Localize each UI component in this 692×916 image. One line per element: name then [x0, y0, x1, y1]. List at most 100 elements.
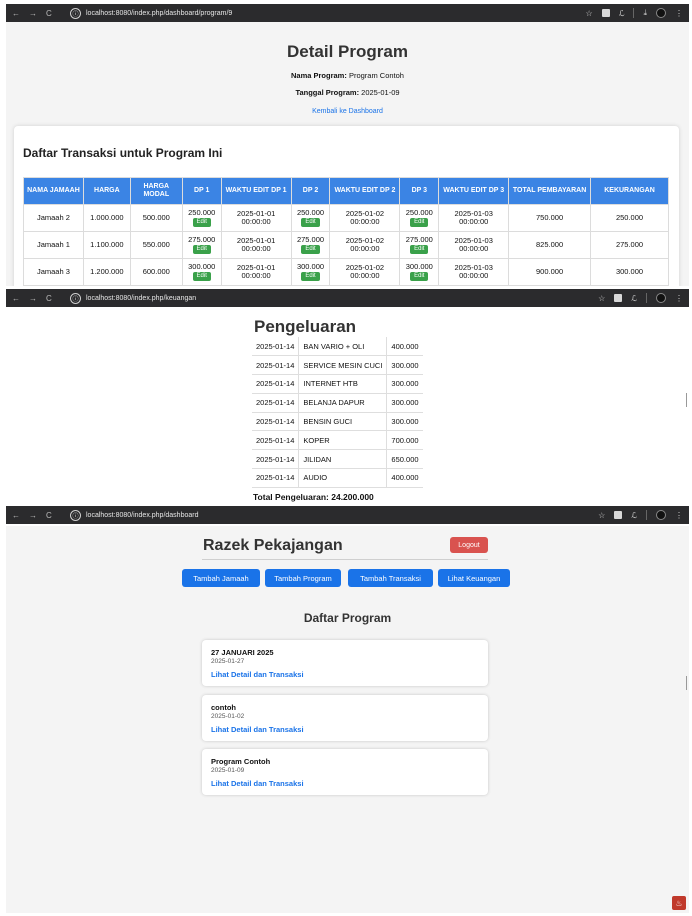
extensions-puzzle-icon[interactable]: ℒ [619, 9, 625, 18]
extension-icon[interactable] [601, 9, 610, 17]
site-info-icon[interactable]: ⓘ [70, 509, 81, 521]
edit-dp1-button[interactable]: Edit [192, 245, 211, 254]
expense-date: 2025-01-14 [252, 412, 299, 432]
extension-icon[interactable] [614, 294, 623, 302]
logout-button[interactable]: Logout [450, 537, 488, 553]
menu-icon[interactable]: ⋮ [675, 511, 683, 520]
edit-dp2-button[interactable]: Edit [301, 272, 320, 281]
expenses-table: 2025-01-14 BAN VARIO + OLI 400.000 2025-01… [252, 337, 423, 488]
edit-dp3-button[interactable]: Edit [410, 272, 429, 281]
cell-total: 825.000 [508, 231, 592, 259]
column-header: HARGA MODAL [129, 177, 183, 205]
edit-dp2-button[interactable]: Edit [301, 245, 320, 254]
fire-icon[interactable]: ♨ [672, 896, 686, 910]
scrollbar[interactable] [686, 676, 687, 690]
reload-icon[interactable]: C [46, 294, 52, 303]
add-transaction-button[interactable]: Tambah Transaksi [348, 569, 433, 587]
cell-nama: Jamaah 2 [23, 204, 84, 232]
extensions-puzzle-icon[interactable]: ℒ [631, 511, 637, 520]
menu-icon[interactable]: ⋮ [675, 294, 683, 303]
column-header: DP 2 [290, 177, 331, 205]
site-info-icon[interactable]: ⓘ [70, 7, 81, 19]
cell-modal: 500.000 [129, 204, 183, 232]
column-header: NAMA JAMAAH [23, 177, 84, 205]
toolbar-divider [646, 293, 647, 303]
reload-icon[interactable]: C [46, 9, 52, 18]
program-name: 27 JANUARI 2025 [211, 648, 274, 657]
back-icon[interactable]: ← [12, 294, 20, 303]
cell-waktu-dp3: 2025-01-03 00:00:00 [438, 258, 510, 286]
dashboard-page: Razek Pekajangan Logout Tambah Jamaah Ta… [6, 526, 689, 913]
column-header: TOTAL PEMBAYARAN [508, 177, 592, 205]
view-finance-button[interactable]: Lihat Keuangan [438, 569, 510, 587]
column-header: WAKTU EDIT DP 1 [220, 177, 292, 205]
site-info-icon[interactable]: ⓘ [70, 292, 81, 304]
expense-date: 2025-01-14 [252, 468, 299, 488]
cell-total: 750.000 [508, 204, 592, 232]
column-header: KEKURANGAN [590, 177, 669, 205]
cell-waktu-dp1: 2025-01-01 00:00:00 [220, 258, 292, 286]
back-icon[interactable]: ← [12, 9, 20, 18]
program-date: 2025-01-27 [211, 658, 245, 665]
transactions-table: NAMA JAMAAH HARGA HARGA MODAL DP 1 WAKTU… [23, 177, 669, 286]
program-date-line: Tanggal Program: 2025-01-09 [6, 88, 689, 97]
bookmark-star-icon[interactable]: ☆ [598, 511, 605, 520]
expense-date: 2025-01-14 [252, 337, 299, 357]
cell-waktu-dp2: 2025-01-02 00:00:00 [329, 258, 401, 286]
cell-harga: 1.000.000 [82, 204, 131, 232]
menu-icon[interactable]: ⋮ [675, 9, 683, 18]
expense-desc: AUDIO [298, 468, 387, 488]
toolbar-divider [633, 8, 635, 18]
download-icon[interactable]: ⤓ [643, 8, 647, 18]
extensions-puzzle-icon[interactable]: ℒ [631, 294, 637, 303]
address-bar[interactable]: ⓘ localhost:8080/index.php/keuangan [70, 292, 598, 304]
forward-icon[interactable]: → [29, 9, 37, 18]
back-icon[interactable]: ← [12, 511, 20, 520]
waktu-time: 00:00:00 [350, 217, 380, 226]
cell-dp2: 275.000 Edit [290, 231, 331, 259]
program-detail-link[interactable]: Lihat Detail dan Transaksi [211, 725, 304, 734]
program-detail-link[interactable]: Lihat Detail dan Transaksi [211, 779, 304, 788]
program-date: 2025-01-09 [211, 767, 245, 774]
toolbar-actions: ☆ ℒ ⋮ [598, 510, 683, 520]
program-detail-link[interactable]: Lihat Detail dan Transaksi [211, 670, 304, 679]
edit-dp1-button[interactable]: Edit [192, 272, 211, 281]
edit-dp3-button[interactable]: Edit [410, 218, 429, 227]
column-header: DP 1 [181, 177, 222, 205]
waktu-time: 00:00:00 [241, 244, 271, 253]
table-row: 2025-01-14 BAN VARIO + OLI 400.000 [252, 337, 423, 357]
add-jamaah-button[interactable]: Tambah Jamaah [182, 569, 260, 587]
table-row: 2025-01-14 SERVICE MESIN CUCI 300.000 [252, 355, 423, 376]
address-bar[interactable]: ⓘ localhost:8080/index.php/dashboard [70, 509, 598, 521]
address-bar[interactable]: ⓘ localhost:8080/index.php/dashboard/pro… [70, 7, 586, 19]
forward-icon[interactable]: → [29, 294, 37, 303]
expense-desc: BAN VARIO + OLI [298, 337, 387, 357]
forward-icon[interactable]: → [29, 511, 37, 520]
edit-dp2-button[interactable]: Edit [301, 218, 320, 227]
profile-avatar-icon[interactable] [656, 510, 666, 520]
reload-icon[interactable]: C [46, 511, 52, 520]
expense-desc: JILIDAN [298, 449, 387, 470]
profile-avatar-icon[interactable] [656, 293, 666, 303]
edit-dp3-button[interactable]: Edit [410, 245, 429, 254]
bookmark-star-icon[interactable]: ☆ [586, 9, 593, 18]
cell-dp3: 300.000 Edit [399, 258, 440, 286]
profile-avatar-icon[interactable] [656, 8, 666, 18]
bookmark-star-icon[interactable]: ☆ [598, 294, 605, 303]
transactions-title: Daftar Transaksi untuk Program Ini [23, 146, 223, 160]
scrollbar[interactable] [686, 393, 687, 407]
waktu-time: 00:00:00 [459, 271, 489, 280]
extension-icon[interactable] [614, 511, 623, 519]
expense-desc: INTERNET HTB [298, 374, 387, 394]
expense-desc: KOPER [298, 430, 387, 451]
cell-dp3: 275.000 Edit [399, 231, 440, 259]
expense-date: 2025-01-14 [252, 430, 299, 451]
table-row: Jamaah 3 1.200.000 600.000 300.000 Edit 2… [23, 258, 669, 286]
edit-dp1-button[interactable]: Edit [192, 218, 211, 227]
dp2-value: 300.000 [296, 262, 325, 271]
back-to-dashboard-link[interactable]: Kembali ke Dashboard [6, 108, 689, 115]
expense-amount: 650.000 [386, 449, 423, 470]
expense-amount: 400.000 [386, 468, 423, 488]
dp3-value: 300.000 [405, 262, 433, 271]
add-program-button[interactable]: Tambah Program [265, 569, 341, 587]
